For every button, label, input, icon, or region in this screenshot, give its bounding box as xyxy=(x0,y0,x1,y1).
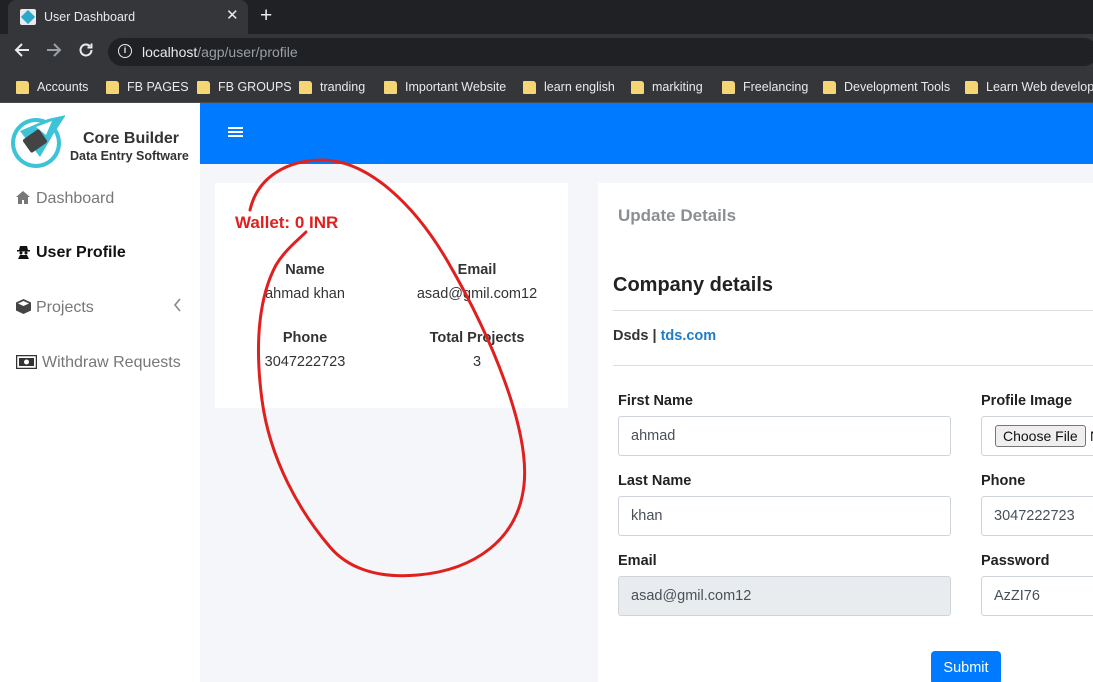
name-label: Name xyxy=(285,262,325,278)
folder-icon xyxy=(299,80,312,94)
bookmark-folder[interactable]: markiting xyxy=(631,78,703,96)
chevron-left-icon[interactable] xyxy=(173,298,182,317)
sidebar-item-projects[interactable]: Projects xyxy=(15,297,94,319)
password-label: Password xyxy=(981,553,1050,569)
folder-icon xyxy=(631,80,644,94)
divider xyxy=(613,310,1093,311)
submit-button[interactable]: Submit xyxy=(931,651,1001,682)
wallet-card: Wallet: 0 INR Name ahmad khan Email asad… xyxy=(215,183,568,408)
folder-icon xyxy=(197,80,210,94)
password-field[interactable]: AzZI76 xyxy=(981,576,1093,616)
total-projects-label: Total Projects xyxy=(429,330,525,346)
card-heading: Update Details xyxy=(618,206,737,225)
bookmark-folder[interactable]: Freelancing xyxy=(722,78,808,96)
total-projects-value: 3 xyxy=(472,354,482,370)
sidebar-item-label: Dashboard xyxy=(36,190,115,207)
email-field: asad@gmil.com12 xyxy=(618,576,951,616)
url-host: localhost xyxy=(142,44,198,60)
first-name-label: First Name xyxy=(618,393,693,409)
bookmarks-bar: Accounts FB PAGES FB GROUPS tranding Imp… xyxy=(0,70,1093,103)
phone-field[interactable]: 3047222723 xyxy=(981,496,1093,536)
browser-toolbar: i localhost/agp/user/profile xyxy=(0,34,1093,70)
phone-value: 3047222723 xyxy=(264,354,346,370)
sidebar-item-label: Projects xyxy=(36,299,94,316)
bookmark-folder[interactable]: Learn Web develop... xyxy=(965,78,1093,96)
folder-icon xyxy=(384,80,397,94)
tab-title: User Dashboard xyxy=(44,10,136,24)
bookmark-folder[interactable]: FB PAGES xyxy=(106,78,189,96)
url-text: localhost/agp/user/profile xyxy=(142,44,298,60)
sidebar-item-user-profile[interactable]: User Profile xyxy=(15,242,126,264)
bookmark-folder[interactable]: tranding xyxy=(299,78,365,96)
browser-tab-strip: User Dashboard ✕ + xyxy=(0,0,1093,34)
company-info: Dsds | tds.com xyxy=(613,328,716,344)
bookmark-label: Accounts xyxy=(37,80,89,94)
site-favicon-icon xyxy=(20,9,36,25)
url-path: /agp/user/profile xyxy=(197,44,298,60)
wallet-balance: Wallet: 0 INR xyxy=(235,213,339,232)
sidebar-item-dashboard[interactable]: Dashboard xyxy=(15,188,114,210)
last-name-label: Last Name xyxy=(618,473,692,489)
folder-icon xyxy=(106,80,119,94)
app-header xyxy=(200,103,1093,164)
bookmark-folder[interactable]: Accounts xyxy=(16,78,88,96)
divider xyxy=(613,365,1093,366)
name-value: ahmad khan xyxy=(265,286,345,302)
choose-file-button[interactable]: Choose File xyxy=(995,425,1086,447)
last-name-field[interactable]: khan xyxy=(618,496,951,536)
email-value: asad@gmil.com12 xyxy=(416,286,538,302)
company-details-title: Company details xyxy=(613,274,774,296)
site-info-icon[interactable]: i xyxy=(118,44,132,58)
back-arrow-icon[interactable] xyxy=(11,41,33,63)
folder-icon xyxy=(823,80,836,94)
money-icon xyxy=(15,354,37,372)
address-bar[interactable]: i localhost/agp/user/profile xyxy=(108,38,1093,66)
profile-image-field: Choose File N xyxy=(981,416,1093,456)
bookmark-label: learn english xyxy=(544,80,615,94)
new-tab-button[interactable]: + xyxy=(260,4,272,28)
bookmark-label: markiting xyxy=(652,80,703,94)
bookmark-label: Freelancing xyxy=(743,80,809,94)
reload-icon[interactable] xyxy=(75,41,97,63)
email-label: Email xyxy=(618,553,657,569)
company-website-link[interactable]: tds.com xyxy=(661,328,717,344)
bookmark-label: Learn Web develop... xyxy=(986,80,1093,94)
sidebar-item-label: Withdraw Requests xyxy=(42,354,181,371)
folder-icon xyxy=(16,80,29,94)
home-icon xyxy=(15,191,31,207)
profile-image-label: Profile Image xyxy=(981,393,1073,409)
forward-arrow-icon[interactable] xyxy=(43,41,65,63)
folder-icon xyxy=(965,80,978,94)
folder-icon xyxy=(722,80,735,94)
bookmark-label: FB PAGES xyxy=(127,80,189,94)
folder-icon xyxy=(523,80,536,94)
company-name: Dsds xyxy=(613,328,649,344)
user-secret-icon xyxy=(15,245,31,262)
bookmark-label: FB GROUPS xyxy=(218,80,292,94)
bookmark-folder[interactable]: FB GROUPS xyxy=(197,78,292,96)
bookmark-label: Development Tools xyxy=(844,80,951,94)
brand-title: Core Builder xyxy=(83,130,180,147)
bookmark-folder[interactable]: Important Website xyxy=(384,78,506,96)
company-separator: | xyxy=(648,328,661,344)
bookmark-label: Important Website xyxy=(405,80,507,94)
bookmark-folder[interactable]: learn english xyxy=(523,78,615,96)
sidebar-item-withdraw-requests[interactable]: Withdraw Requests xyxy=(15,352,181,374)
sidebar-item-label: User Profile xyxy=(36,244,126,261)
hamburger-menu-icon[interactable] xyxy=(228,127,243,137)
browser-tab[interactable]: User Dashboard ✕ xyxy=(8,0,248,34)
email-label: Email xyxy=(457,262,497,278)
brand-subtitle: Data Entry Software xyxy=(70,149,189,163)
phone-label: Phone xyxy=(981,473,1026,489)
update-details-card: Update Details Company details Dsds | td… xyxy=(598,183,1093,682)
bookmark-folder[interactable]: Development Tools xyxy=(823,78,950,96)
phone-label: Phone xyxy=(282,330,328,346)
sidebar: Core Builder Data Entry Software Dashboa… xyxy=(0,103,200,682)
bookmark-label: tranding xyxy=(320,80,366,94)
first-name-field[interactable]: ahmad xyxy=(618,416,951,456)
brand-logo-icon xyxy=(11,115,65,168)
brand-logo[interactable]: Core Builder Data Entry Software xyxy=(0,103,200,168)
close-tab-icon[interactable]: ✕ xyxy=(226,7,239,25)
cube-icon xyxy=(15,299,31,317)
